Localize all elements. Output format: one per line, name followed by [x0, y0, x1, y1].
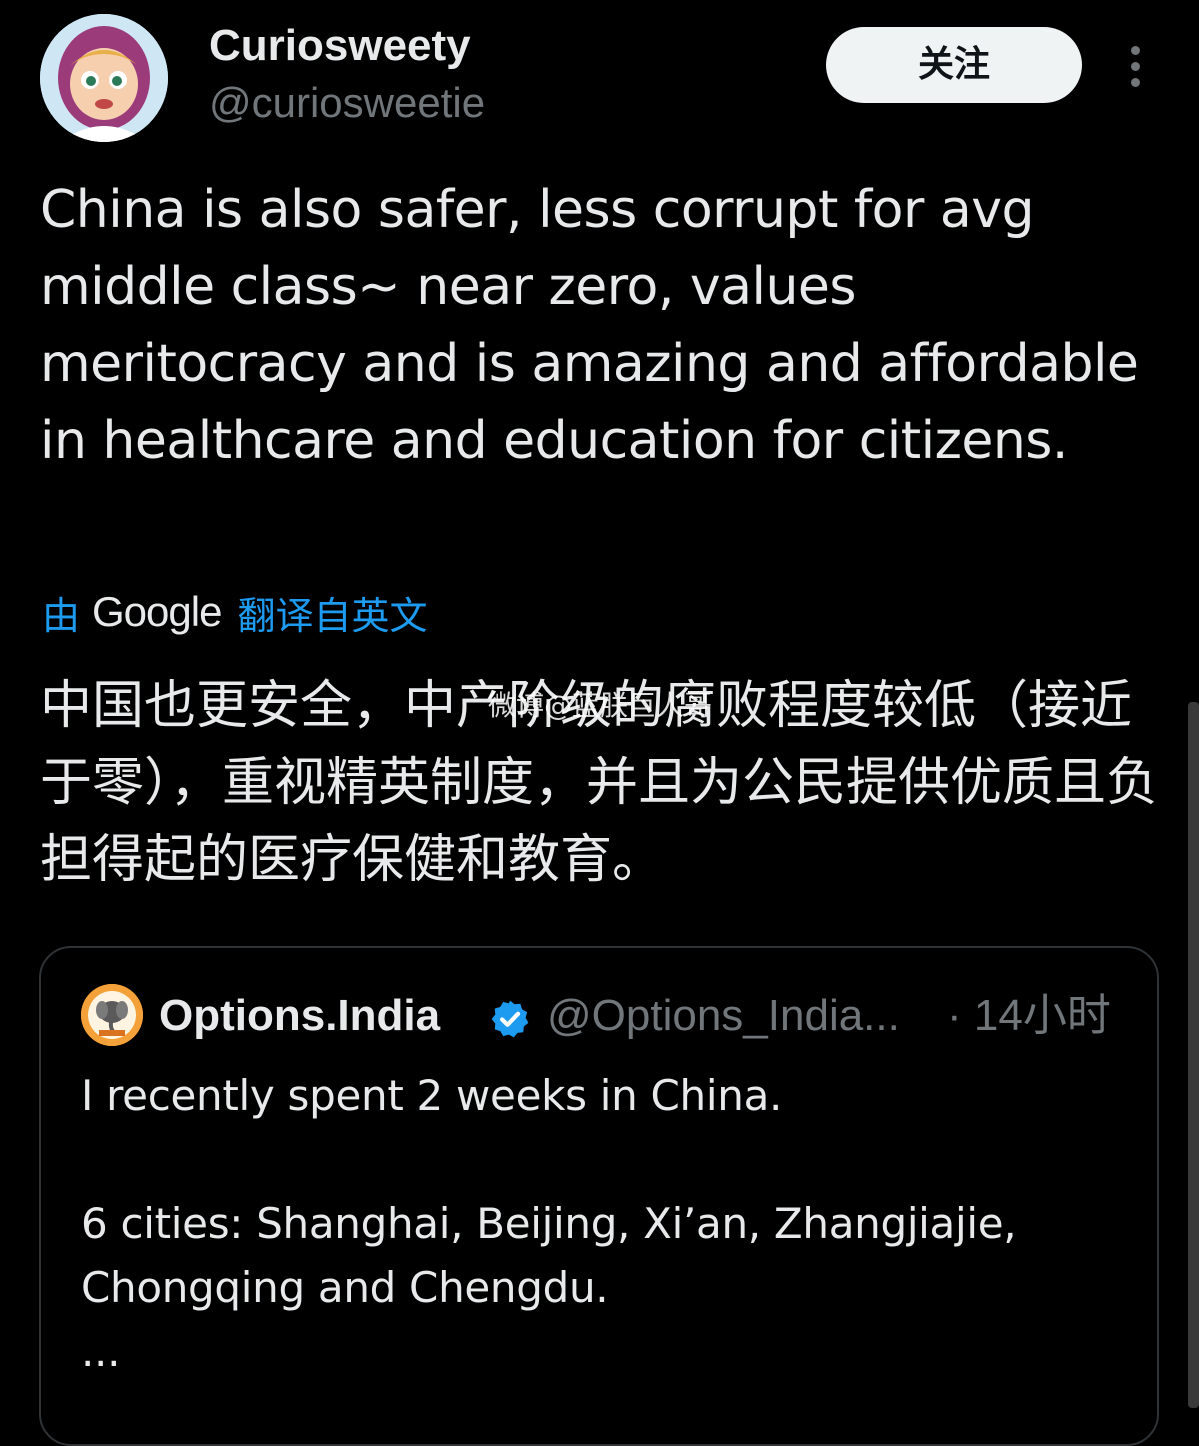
tweet-text: China is also safer, less corrupt for av…: [40, 180, 1139, 471]
vertical-ellipsis-icon: [1118, 46, 1152, 87]
ganesha-logo-avatar-icon: [81, 984, 143, 1046]
weibo-watermark: 微博@蓝朕巨人哥: [488, 689, 713, 722]
quote-author-handle[interactable]: @Options_India...: [547, 990, 937, 1042]
translation-attribution[interactable]: 由 Google 翻译自英文: [42, 584, 427, 640]
quote-body: I recently spent 2 weeks in China. 6 cit…: [81, 1064, 1121, 1384]
translation-source-label[interactable]: 翻译自英文: [237, 585, 427, 640]
quote-line: I recently spent 2 weeks in China.: [81, 1071, 783, 1120]
author-avatar[interactable]: [40, 14, 168, 142]
author-display-name[interactable]: Curiosweety: [209, 20, 471, 72]
quote-author-name[interactable]: Options.India: [159, 990, 440, 1042]
verified-badge-icon: [491, 1000, 529, 1038]
quote-line: ...: [81, 1327, 121, 1376]
quote-line: 6 cities: Shanghai, Beijing, Xi’an, Zhan…: [81, 1199, 1017, 1312]
author-handle[interactable]: @curiosweetie: [209, 78, 485, 128]
translation-by-label: 由: [42, 593, 81, 638]
quoted-tweet-card[interactable]: Options.India @Options_India... · 14小时 I…: [39, 946, 1159, 1446]
quote-author-avatar: [81, 984, 143, 1046]
quote-timestamp[interactable]: · 14小时: [947, 990, 1111, 1042]
google-logo: Google: [92, 588, 222, 635]
scrollbar[interactable]: [1188, 702, 1199, 1408]
more-options-button[interactable]: [1118, 40, 1152, 90]
cartoon-girl-avatar-icon: [40, 14, 168, 142]
follow-button[interactable]: 关注: [826, 27, 1082, 103]
